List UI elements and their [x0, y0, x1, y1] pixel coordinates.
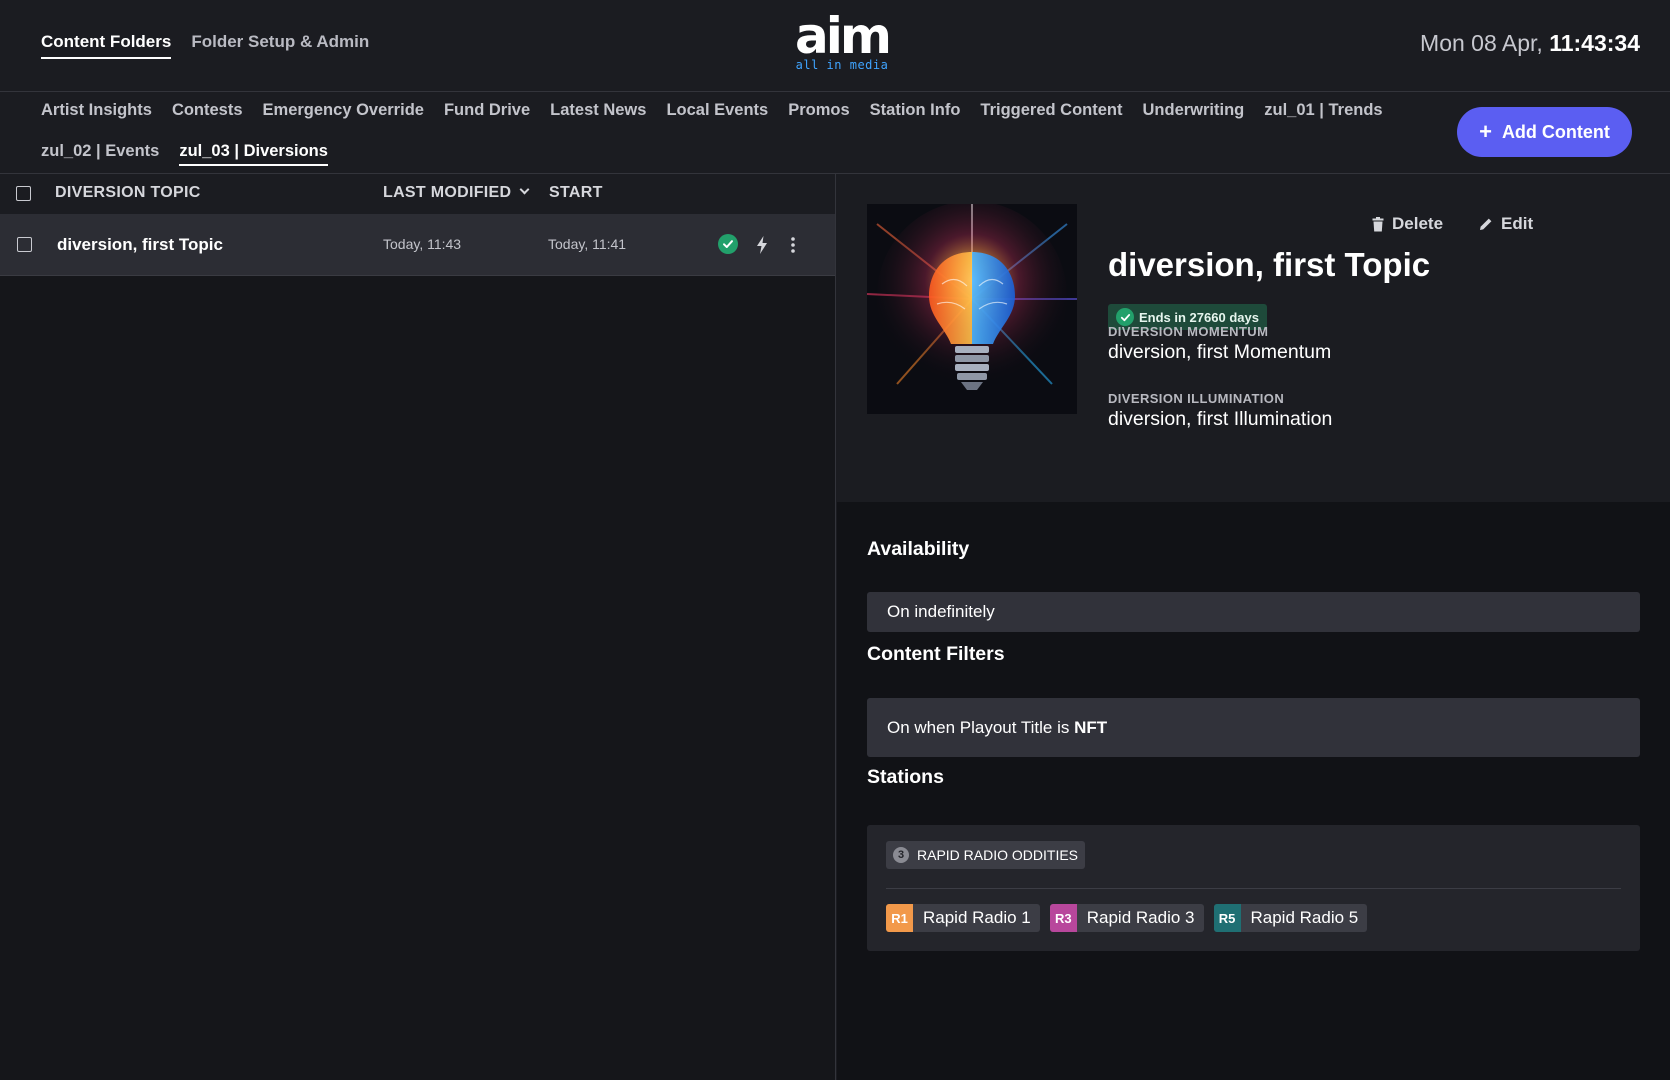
tab-artist-insights[interactable]: Artist Insights: [41, 101, 152, 123]
status-active-icon: [718, 234, 740, 256]
station-group-name: RAPID RADIO ODDITIES: [917, 847, 1079, 863]
edit-label: Edit: [1501, 214, 1534, 233]
add-content-button[interactable]: + Add Content: [1457, 107, 1632, 157]
content-list-pane: DIVERSION TOPIC LAST MODIFIED START dive…: [0, 174, 836, 1080]
ends-in-text: Ends in 27660 days: [1139, 309, 1259, 325]
table-row[interactable]: diversion, first Topic Today, 11:43 Toda…: [0, 214, 835, 276]
logo-tagline: all in media: [795, 58, 889, 72]
row-last-modified: Today, 11:43: [383, 236, 462, 252]
availability-box: On indefinitely: [867, 592, 1640, 632]
divider: [886, 888, 1621, 889]
momentum-value: diversion, first Momentum: [1108, 341, 1332, 363]
station-code: R5: [1213, 904, 1241, 932]
tab-station-info[interactable]: Station Info: [870, 101, 961, 123]
detail-body: Availability On indefinitely Content Fil…: [837, 502, 1670, 1080]
tab-emergency-override[interactable]: Emergency Override: [263, 101, 424, 123]
filter-value: NFT: [1074, 718, 1108, 737]
table-header: DIVERSION TOPIC LAST MODIFIED START: [0, 174, 835, 214]
tab-zul-01-trends[interactable]: zul_01 | Trends: [1264, 101, 1382, 123]
station-code: R3: [1049, 904, 1077, 932]
tab-promos[interactable]: Promos: [788, 101, 849, 123]
trash-icon: [1372, 216, 1384, 231]
tab-latest-news[interactable]: Latest News: [550, 101, 646, 123]
station-name: Rapid Radio 3: [1086, 908, 1195, 927]
lightbulb-brain-image: [867, 204, 1077, 414]
tab-local-events[interactable]: Local Events: [666, 101, 768, 123]
illumination-value: diversion, first Illumination: [1108, 408, 1333, 430]
add-content-label: Add Content: [1501, 121, 1610, 142]
illumination-label: DIVERSION ILLUMINATION: [1108, 391, 1285, 406]
content-filters-box: On when Playout Title is NFT: [867, 698, 1640, 757]
station-chip-rapid-radio-5[interactable]: R5 Rapid Radio 5: [1213, 904, 1368, 932]
detail-header: Delete Edit diversion, first Topic Ends …: [837, 174, 1670, 502]
nav-content-folders[interactable]: Content Folders: [41, 32, 172, 59]
nav-folder-setup-admin[interactable]: Folder Setup & Admin: [191, 32, 369, 59]
station-group-chip[interactable]: 3 RAPID RADIO ODDITIES: [886, 841, 1086, 869]
logo-word: aim: [795, 7, 892, 65]
station-chip-rapid-radio-1[interactable]: R1 Rapid Radio 1: [886, 904, 1040, 932]
station-code: R1: [886, 904, 913, 932]
tab-contests[interactable]: Contests: [172, 101, 243, 123]
availability-value: On indefinitely: [887, 602, 995, 621]
top-bar: Content Folders Folder Setup & Admin aim…: [0, 0, 1670, 92]
station-group-count: 3: [893, 847, 909, 863]
filter-prefix: On when Playout Title is: [887, 718, 1070, 737]
availability-heading: Availability: [867, 538, 970, 560]
station-name: Rapid Radio 5: [1250, 908, 1359, 927]
delete-label: Delete: [1392, 214, 1444, 233]
aim-logo[interactable]: aim all in media: [787, 7, 897, 76]
stations-heading: Stations: [867, 766, 944, 788]
row-start: Today, 11:41: [548, 236, 627, 252]
plus-icon: +: [1479, 119, 1492, 144]
stations-box: 3 RAPID RADIO ODDITIES R1 Rapid Radio 1 …: [867, 825, 1640, 951]
tab-triggered-content[interactable]: Triggered Content: [980, 101, 1122, 123]
station-chip-rapid-radio-3[interactable]: R3 Rapid Radio 3: [1049, 904, 1204, 932]
tab-zul-02-events[interactable]: zul_02 | Events: [41, 142, 159, 166]
clock-time: 11:43:34: [1549, 30, 1640, 56]
primary-nav: Content Folders Folder Setup & Admin: [41, 32, 369, 59]
header-last-modified[interactable]: LAST MODIFIED: [383, 184, 530, 202]
content-filters-heading: Content Filters: [867, 643, 1005, 665]
more-vertical-icon[interactable]: [790, 235, 812, 257]
delete-button[interactable]: Delete: [1372, 214, 1443, 234]
row-title: diversion, first Topic: [57, 235, 223, 254]
category-row-1: Artist Insights Contests Emergency Overr…: [41, 101, 1383, 123]
clock: Mon 08 Apr, 11:43:34: [1420, 30, 1640, 57]
clock-date: Mon 08 Apr,: [1420, 30, 1543, 56]
header-start[interactable]: START: [549, 184, 603, 202]
tab-underwriting[interactable]: Underwriting: [1143, 101, 1245, 123]
momentum-label: DIVERSION MOMENTUM: [1108, 324, 1269, 339]
station-name: Rapid Radio 1: [923, 908, 1031, 927]
category-nav: Artist Insights Contests Emergency Overr…: [0, 92, 1670, 174]
tab-fund-drive[interactable]: Fund Drive: [444, 101, 530, 123]
detail-title: diversion, first Topic: [1108, 246, 1431, 283]
lightning-icon[interactable]: [755, 235, 777, 257]
edit-button[interactable]: Edit: [1479, 214, 1533, 234]
row-checkbox[interactable]: [17, 237, 32, 252]
header-last-modified-label: LAST MODIFIED: [383, 184, 512, 201]
header-diversion-topic[interactable]: DIVERSION TOPIC: [55, 184, 201, 202]
chevron-down-icon: [519, 184, 530, 195]
select-all-checkbox[interactable]: [16, 186, 31, 201]
pencil-icon: [1480, 218, 1492, 230]
station-list: R1 Rapid Radio 1 R3 Rapid Radio 3 R5 Rap…: [886, 904, 1368, 932]
tab-zul-03-diversions[interactable]: zul_03 | Diversions: [179, 142, 328, 166]
category-row-2: zul_02 | Events zul_03 | Diversions: [41, 142, 328, 166]
